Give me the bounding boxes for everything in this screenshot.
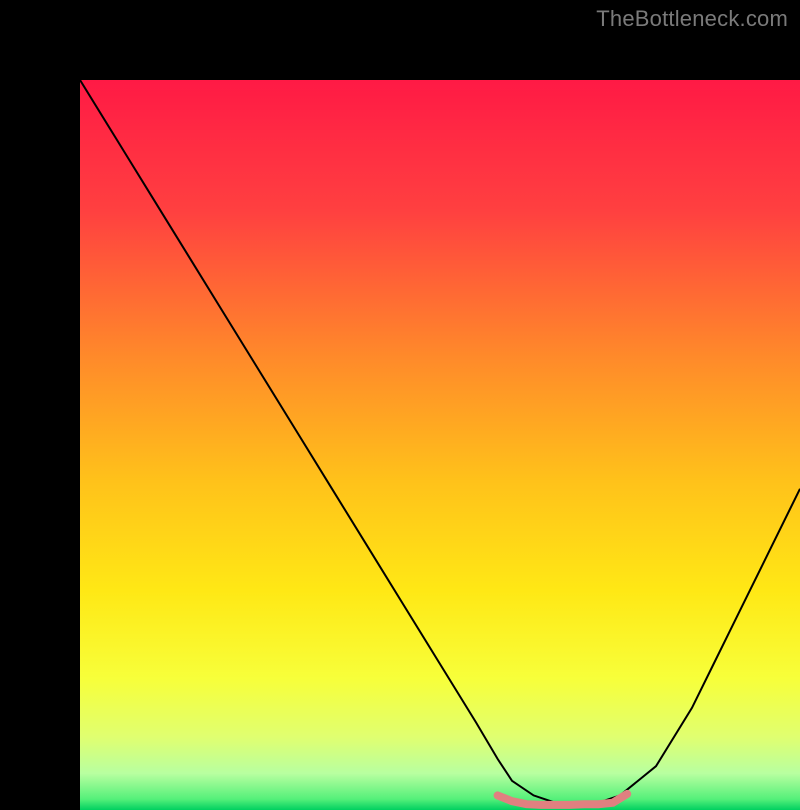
watermark-text: TheBottleneck.com (596, 6, 788, 32)
chart-frame (0, 0, 800, 800)
gradient-background (80, 80, 800, 810)
chart-plot (80, 80, 800, 810)
